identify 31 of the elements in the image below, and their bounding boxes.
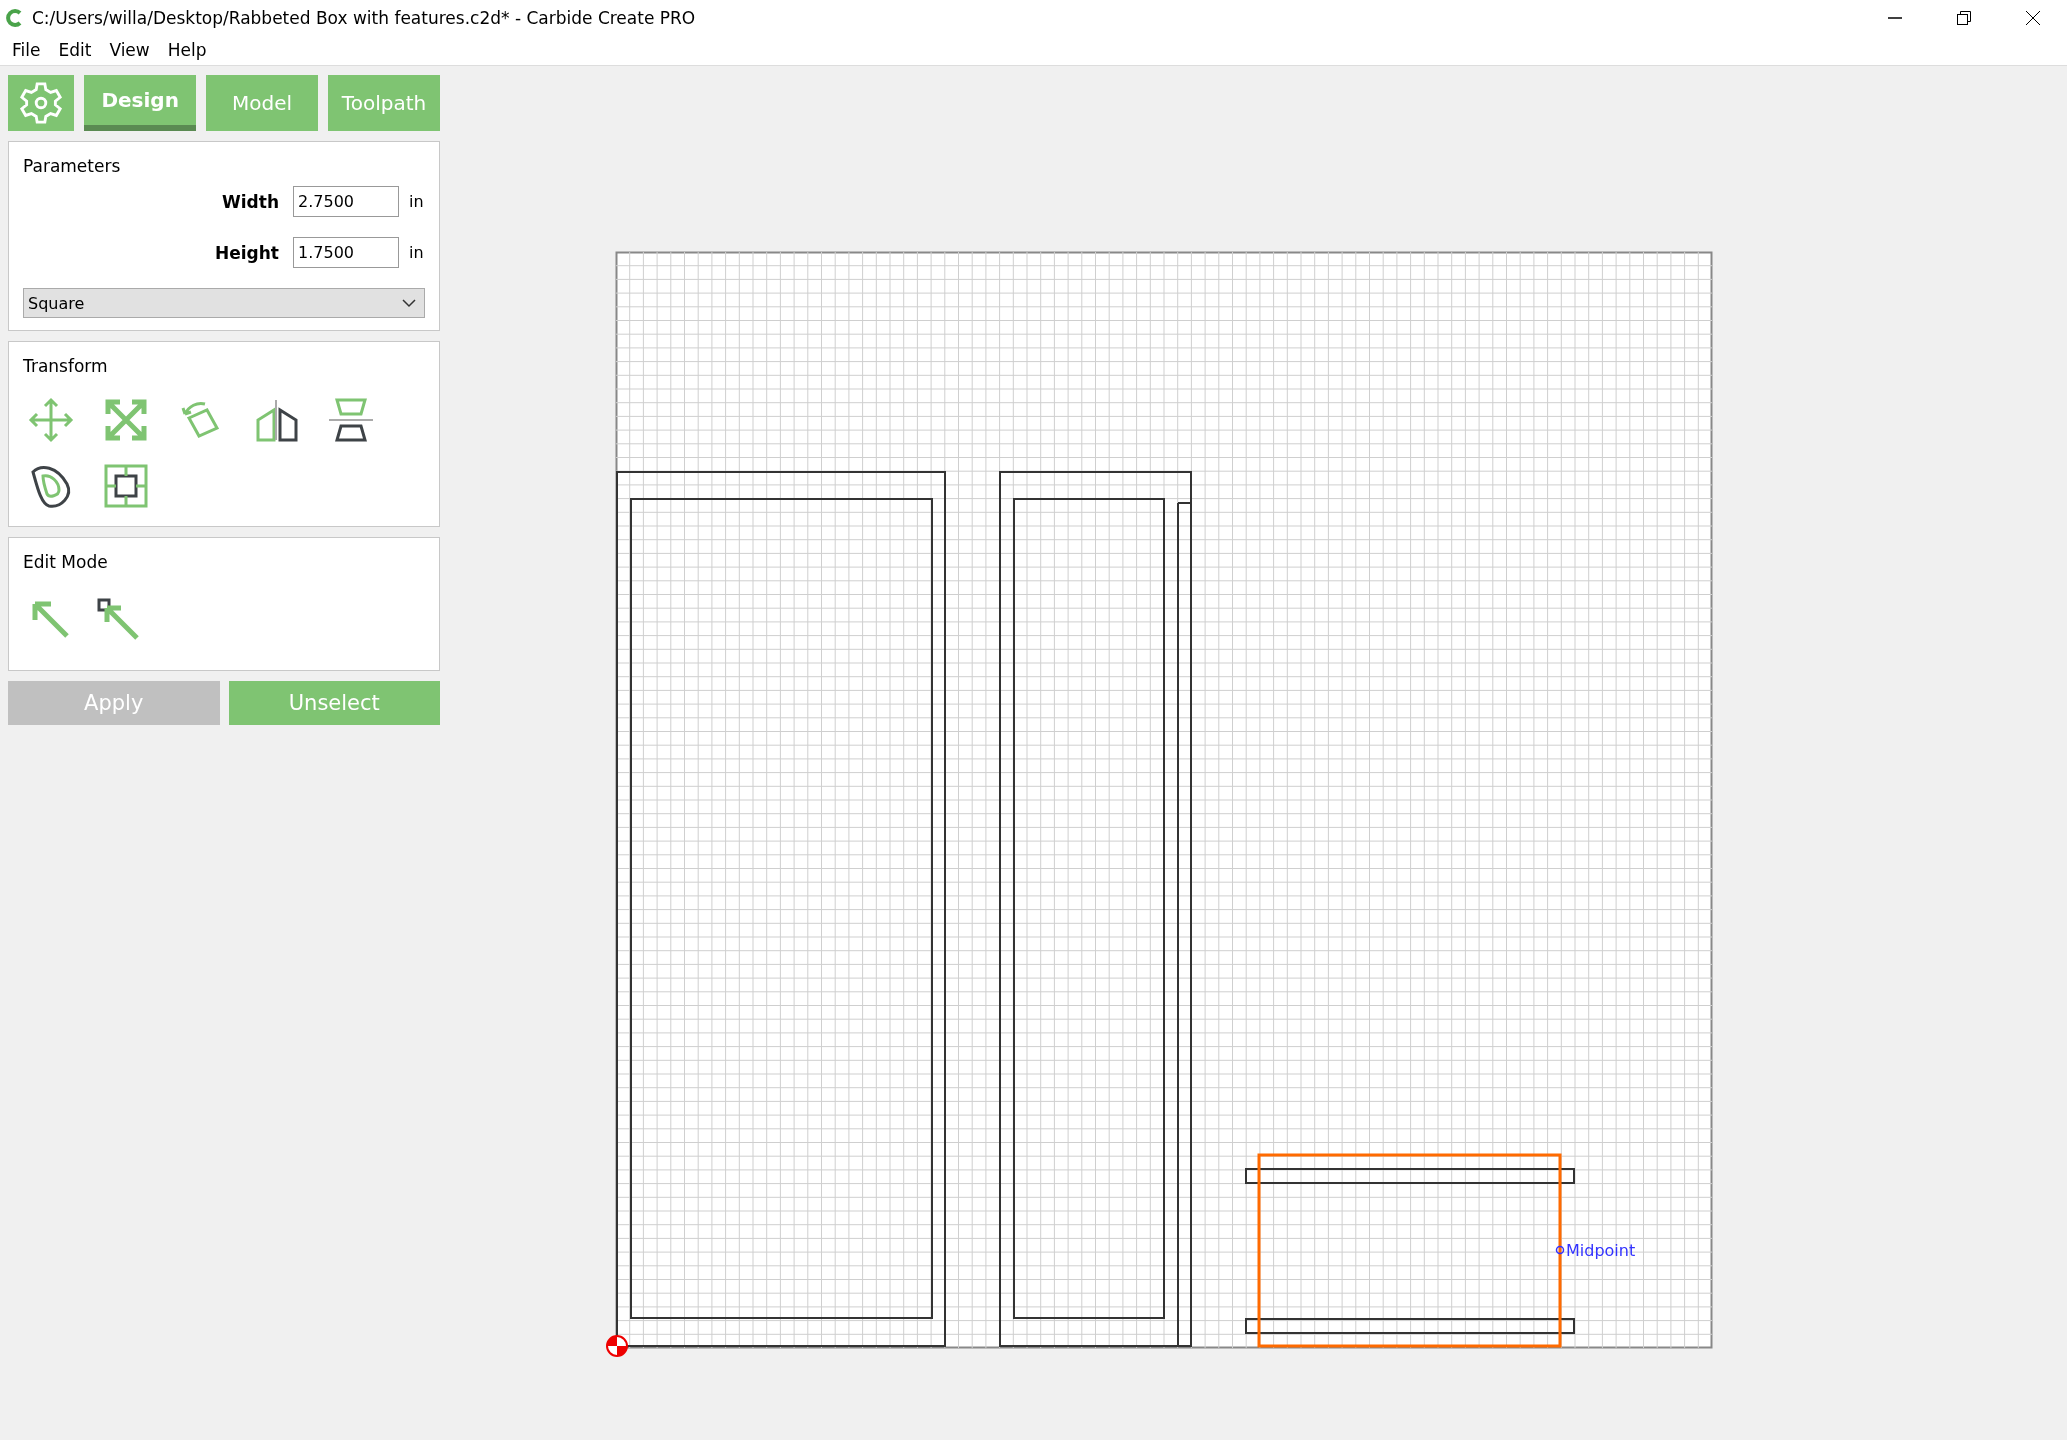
field-label: Width	[221, 191, 279, 212]
panel-title: Transform	[23, 356, 109, 376]
menu-item[interactable]: File	[6, 40, 53, 60]
unit-label: in	[409, 192, 424, 211]
shape-dropdown[interactable]: Square	[23, 288, 425, 318]
restore-icon	[1955, 9, 1972, 26]
input-field[interactable]: 2.7500	[293, 186, 399, 217]
field-label: Height	[214, 242, 279, 263]
snap-label: Midpoint	[1566, 1241, 1636, 1260]
panel-outline[interactable]	[999, 471, 1192, 1347]
origin-marker-icon	[606, 1335, 628, 1357]
chevron-down-icon	[402, 298, 416, 308]
app-logo-icon	[6, 8, 24, 27]
close-icon	[2024, 9, 2041, 26]
input-field[interactable]: 1.7500	[293, 237, 399, 268]
frame-outline[interactable]	[616, 471, 946, 1347]
gear-icon	[18, 80, 65, 126]
panel-title: Parameters	[23, 156, 122, 176]
snap-point-icon	[1555, 1245, 1565, 1255]
menu-item[interactable]: Edit	[52, 40, 104, 60]
window-title: C:/Users/willa/Desktop/Rabbeted Box with features.c2d* - Carbide Create PRO	[32, 7, 697, 28]
menu-item[interactable]: View	[103, 40, 162, 60]
flip-icon[interactable]	[327, 396, 375, 444]
align-icon[interactable]	[102, 462, 150, 510]
bar-outline[interactable]	[1245, 1318, 1575, 1334]
rectangle-outline[interactable]	[1257, 1153, 1562, 1348]
menu-item[interactable]: Help	[161, 40, 219, 60]
bar-outline[interactable]	[1245, 1168, 1575, 1184]
panel-title: Edit Mode	[23, 552, 109, 572]
unit-label: in	[409, 243, 424, 262]
minimize-icon	[1887, 16, 1902, 19]
